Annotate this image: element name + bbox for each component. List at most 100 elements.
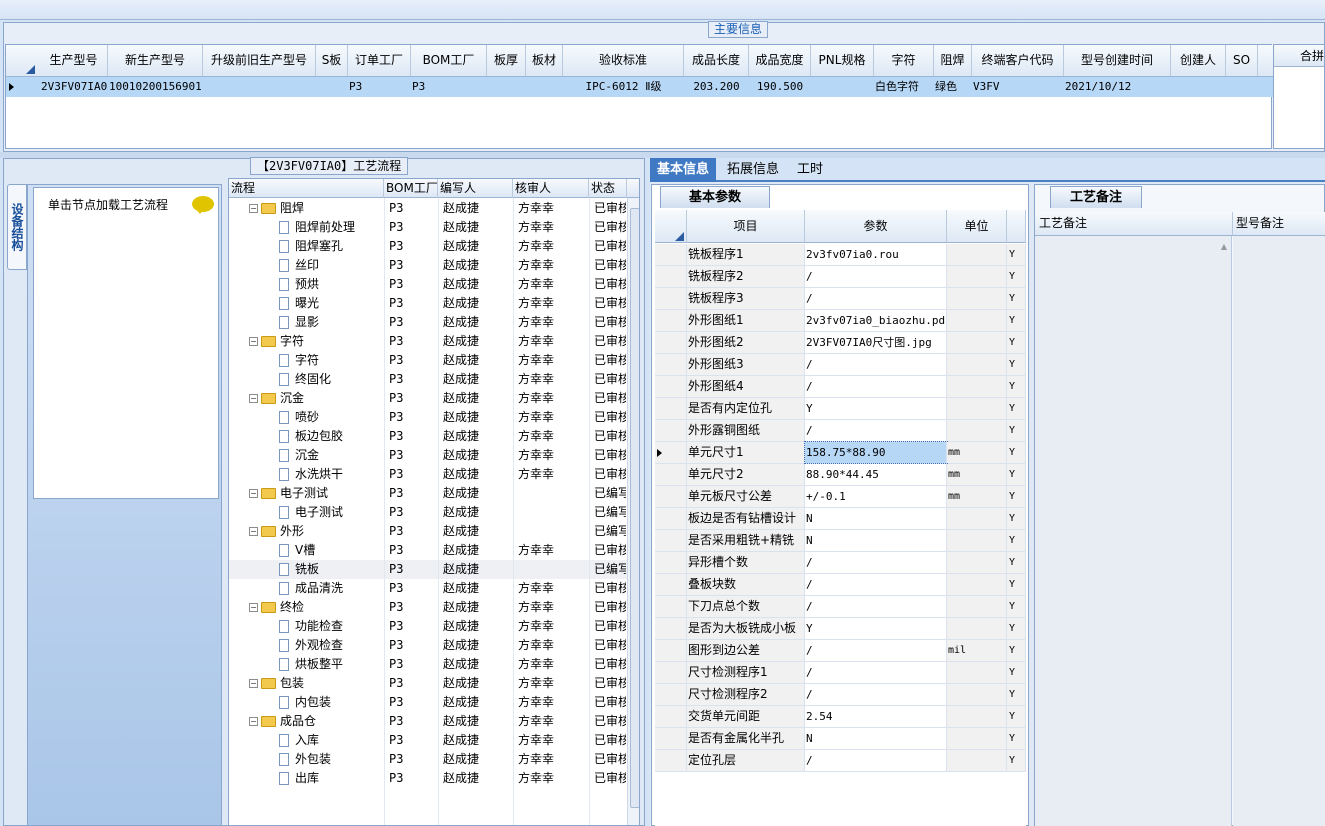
col-header[interactable]: 阻焊 <box>934 45 972 76</box>
param-value[interactable]: +/-0.1 <box>805 486 947 507</box>
param-value[interactable]: 88.90*44.45 <box>805 464 947 485</box>
col-header[interactable]: 型号创建时间 <box>1064 45 1171 76</box>
tab-2[interactable]: 工时 <box>790 158 830 182</box>
struct-box[interactable]: 单击节点加载工艺流程 <box>33 187 219 499</box>
param-value[interactable]: / <box>805 596 947 617</box>
basic-params-grid[interactable]: 项目 参数 单位 铣板程序1 2v3fv07ia0.rou Y 铣板程序2/Y 铣板程序3/Y… <box>655 210 1026 826</box>
params-col-header[interactable]: 单位 <box>947 210 1007 243</box>
collapse-icon[interactable]: − <box>249 717 258 726</box>
col-header[interactable]: 升级前旧生产型号 <box>203 45 316 76</box>
row-selector[interactable] <box>655 574 687 595</box>
collapse-icon[interactable]: − <box>249 603 258 612</box>
col-header[interactable]: 新生产型号 <box>108 45 203 76</box>
param-row[interactable]: 单元尺寸1 158.75*88.90 mm Y <box>655 441 1026 464</box>
flow-tree-row[interactable]: 内包装 P3 赵成捷 方幸幸 已审核 <box>229 693 627 712</box>
collapse-icon[interactable]: − <box>249 527 258 536</box>
flow-tree-row[interactable]: 显影 P3 赵成捷 方幸幸 已审核 <box>229 313 627 332</box>
flow-tree-row[interactable]: 电子测试 P3 赵成捷 已编写 <box>229 503 627 522</box>
col-header[interactable]: 板厚 <box>487 45 526 76</box>
row-selector[interactable] <box>655 420 687 441</box>
flow-tree-row[interactable]: − 成品仓 P3 赵成捷 方幸幸 已审核 <box>229 712 627 731</box>
row-selector[interactable] <box>655 442 687 463</box>
col-header[interactable]: 创建人 <box>1171 45 1226 76</box>
col-header[interactable]: SO <box>1226 45 1258 76</box>
col-header[interactable]: 终端客户代码 <box>972 45 1064 76</box>
params-col-header[interactable]: 参数 <box>805 210 947 243</box>
param-row[interactable]: 外形图纸1 2v3fv07ia0_biaozhu.pdf Y <box>655 310 1026 332</box>
flow-tree-row[interactable]: 阻焊塞孔 P3 赵成捷 方幸幸 已审核 <box>229 237 627 256</box>
param-value[interactable]: N <box>805 728 947 749</box>
flow-col-header[interactable]: 编写人 <box>438 179 513 198</box>
model-notes-area[interactable] <box>1233 236 1325 826</box>
row-selector[interactable] <box>655 486 687 507</box>
param-row[interactable]: 铣板程序1 2v3fv07ia0.rou Y <box>655 244 1026 266</box>
flow-tree-row[interactable]: 外观检查 P3 赵成捷 方幸幸 已审核 <box>229 636 627 655</box>
param-value[interactable]: 2.54 <box>805 706 947 727</box>
row-selector[interactable] <box>655 552 687 573</box>
row-selector[interactable] <box>655 244 687 265</box>
row-selector[interactable] <box>655 376 687 397</box>
param-value[interactable]: / <box>805 750 947 771</box>
param-row[interactable]: 定位孔层 / Y <box>655 750 1026 772</box>
param-value[interactable]: N <box>805 508 947 529</box>
flow-tree-row[interactable]: − 外形 P3 赵成捷 已编写 <box>229 522 627 541</box>
param-row[interactable]: 异形槽个数 / Y <box>655 552 1026 574</box>
flow-tree-row[interactable]: 铣板 P3 赵成捷 已编写 <box>229 560 627 579</box>
row-selector[interactable] <box>655 288 687 309</box>
param-value[interactable]: / <box>805 684 947 705</box>
process-notes-area[interactable]: ▲ <box>1035 236 1232 826</box>
param-row[interactable]: 铣板程序3/ Y <box>655 288 1026 310</box>
collapse-icon[interactable]: − <box>249 394 258 403</box>
col-header[interactable]: 验收标准 <box>563 45 684 76</box>
param-value[interactable]: 2V3FV07IA0尺寸图.jpg <box>805 332 947 353</box>
col-header[interactable]: 板材 <box>526 45 563 76</box>
param-row[interactable]: 单元尺寸2 88.90*44.45 mm Y <box>655 464 1026 486</box>
tab-0[interactable]: 基本信息 <box>650 158 717 182</box>
param-value[interactable]: Y <box>805 398 947 419</box>
flow-tree-row[interactable]: − 阻焊 P3 赵成捷 方幸幸 已审核 <box>229 199 627 218</box>
flow-tree-row[interactable]: 字符 P3 赵成捷 方幸幸 已审核 <box>229 351 627 370</box>
scroll-up-icon[interactable]: ▲ <box>1221 242 1227 251</box>
param-row[interactable]: 铣板程序2/ Y <box>655 266 1026 288</box>
row-selector[interactable] <box>655 728 687 749</box>
param-row[interactable]: 尺寸检测程序2/ Y <box>655 684 1026 706</box>
row-selector[interactable] <box>655 618 687 639</box>
param-value[interactable]: / <box>805 288 947 309</box>
collapse-icon[interactable]: − <box>249 489 258 498</box>
param-value[interactable]: / <box>805 266 947 287</box>
param-row[interactable]: 是否有金属化半孔 N Y <box>655 728 1026 750</box>
col-header[interactable]: 生产型号 <box>40 45 108 76</box>
flow-tree-row[interactable]: 外包装 P3 赵成捷 方幸幸 已审核 <box>229 750 627 769</box>
col-header[interactable]: PNL规格 <box>811 45 874 76</box>
param-value[interactable]: N <box>805 530 947 551</box>
param-value[interactable]: / <box>805 552 947 573</box>
flow-tree-row[interactable]: 水洗烘干 P3 赵成捷 方幸幸 已审核 <box>229 465 627 484</box>
col-header[interactable]: BOM工厂 <box>411 45 487 76</box>
flow-tree-row[interactable]: 曝光 P3 赵成捷 方幸幸 已审核 <box>229 294 627 313</box>
param-value[interactable]: / <box>805 420 947 441</box>
row-selector[interactable] <box>655 662 687 683</box>
flow-tree-row[interactable]: 功能检查 P3 赵成捷 方幸幸 已审核 <box>229 617 627 636</box>
flow-tree-row[interactable]: 预烘 P3 赵成捷 方幸幸 已审核 <box>229 275 627 294</box>
flow-tree-row[interactable]: 成品清洗 P3 赵成捷 方幸幸 已审核 <box>229 579 627 598</box>
param-row[interactable]: 是否采用粗铣+精铣 N Y <box>655 530 1026 552</box>
param-row[interactable]: 是否为大板铣成小板 Y Y <box>655 618 1026 640</box>
flow-tree-row[interactable]: 终固化 P3 赵成捷 方幸幸 已审核 <box>229 370 627 389</box>
collapse-icon[interactable]: − <box>249 204 258 213</box>
flow-tree-row[interactable]: − 沉金 P3 赵成捷 方幸幸 已审核 <box>229 389 627 408</box>
params-col-header[interactable]: 项目 <box>687 210 805 243</box>
flow-tree-row[interactable]: − 字符 P3 赵成捷 方幸幸 已审核 <box>229 332 627 351</box>
flow-tree-row[interactable]: 喷砂 P3 赵成捷 方幸幸 已审核 <box>229 408 627 427</box>
flow-tree-row[interactable]: − 终检 P3 赵成捷 方幸幸 已审核 <box>229 598 627 617</box>
flow-tree-row[interactable]: 出库 P3 赵成捷 方幸幸 已审核 <box>229 769 627 788</box>
flow-col-header[interactable]: 核审人 <box>513 179 589 198</box>
param-value[interactable]: / <box>805 640 947 661</box>
param-row[interactable]: 单元板尺寸公差 +/-0.1 mm Y <box>655 486 1026 508</box>
row-selector[interactable] <box>655 750 687 771</box>
flow-tree-row[interactable]: 丝印 P3 赵成捷 方幸幸 已审核 <box>229 256 627 275</box>
col-header[interactable]: 订单工厂 <box>348 45 411 76</box>
flow-tree-row[interactable]: − 包装 P3 赵成捷 方幸幸 已审核 <box>229 674 627 693</box>
col-header[interactable]: 字符 <box>874 45 934 76</box>
param-row[interactable]: 是否有内定位孔 Y Y <box>655 398 1026 420</box>
param-row[interactable]: 交货单元间距 2.54 Y <box>655 706 1026 728</box>
